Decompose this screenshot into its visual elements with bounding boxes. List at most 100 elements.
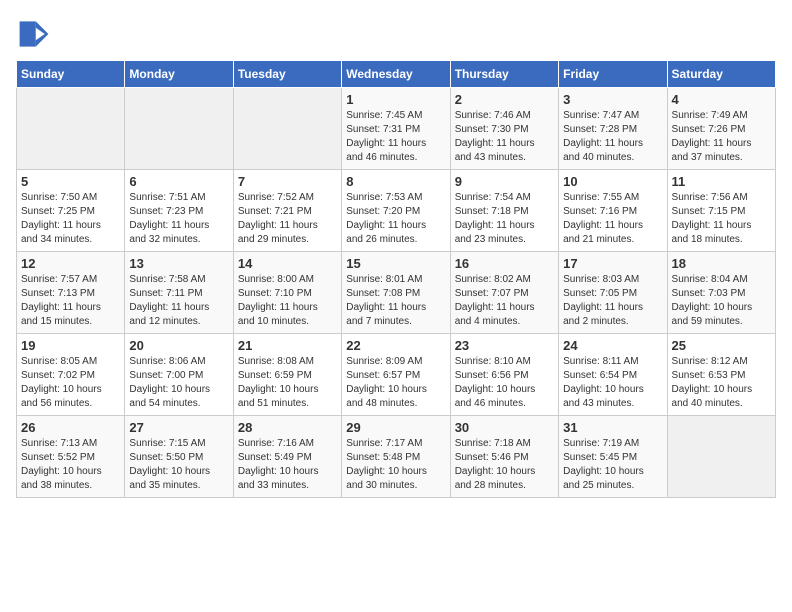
calendar-cell: 29 Sunrise: 7:17 AM Sunset: 5:48 PM Dayli… (342, 416, 450, 498)
calendar-week-row: 12Sunrise: 7:57 AM Sunset: 7:13 PM Dayli… (17, 252, 776, 334)
logo-icon (16, 16, 52, 52)
day-info: Sunrise: 7:16 AM Sunset: 5:49 PM Dayligh… (238, 437, 337, 493)
calendar-cell: 28 Sunrise: 7:16 AM Sunset: 5:49 PM Dayli… (233, 416, 341, 498)
calendar-week-row: 26Sunrise: 7:13 AM Sunset: 5:52 PM Dayli… (17, 416, 776, 498)
calendar-cell: 8 Sunrise: 7:53 AM Sunset: 7:20 PM Daylig… (342, 170, 450, 252)
calendar-cell: 7 Sunrise: 7:52 AM Sunset: 7:21 PM Daylig… (233, 170, 341, 252)
day-info: Sunrise: 7:56 AM Sunset: 7:15 PM Dayligh… (672, 191, 771, 247)
weekday-header: Saturday (667, 61, 775, 88)
calendar-cell: 3 Sunrise: 7:47 AM Sunset: 7:28 PM Daylig… (559, 88, 667, 170)
day-number: 17 (563, 256, 662, 271)
calendar-week-row: 1 Sunrise: 7:45 AM Sunset: 7:31 PM Daylig… (17, 88, 776, 170)
day-info: Sunrise: 7:18 AM Sunset: 5:46 PM Dayligh… (455, 437, 554, 493)
day-number: 26 (21, 420, 120, 435)
calendar-cell: 16Sunrise: 8:02 AM Sunset: 7:07 PM Dayli… (450, 252, 558, 334)
day-number: 9 (455, 174, 554, 189)
day-info: Sunrise: 7:53 AM Sunset: 7:20 PM Dayligh… (346, 191, 445, 247)
day-info: Sunrise: 7:17 AM Sunset: 5:48 PM Dayligh… (346, 437, 445, 493)
calendar-week-row: 5 Sunrise: 7:50 AM Sunset: 7:25 PM Daylig… (17, 170, 776, 252)
day-info: Sunrise: 7:57 AM Sunset: 7:13 PM Dayligh… (21, 273, 120, 329)
day-number: 19 (21, 338, 120, 353)
weekday-header: Monday (125, 61, 233, 88)
calendar-cell: 22Sunrise: 8:09 AM Sunset: 6:57 PM Dayli… (342, 334, 450, 416)
calendar-cell: 17 Sunrise: 8:03 AM Sunset: 7:05 PM Dayli… (559, 252, 667, 334)
calendar-cell (233, 88, 341, 170)
calendar-cell: 21 Sunrise: 8:08 AM Sunset: 6:59 PM Dayli… (233, 334, 341, 416)
day-info: Sunrise: 7:47 AM Sunset: 7:28 PM Dayligh… (563, 109, 662, 165)
weekday-header: Wednesday (342, 61, 450, 88)
day-number: 14 (238, 256, 337, 271)
weekday-header: Tuesday (233, 61, 341, 88)
calendar-cell: 27 Sunrise: 7:15 AM Sunset: 5:50 PM Dayli… (125, 416, 233, 498)
day-info: Sunrise: 7:19 AM Sunset: 5:45 PM Dayligh… (563, 437, 662, 493)
page-header (16, 16, 776, 52)
day-number: 24 (563, 338, 662, 353)
weekday-header-row: SundayMondayTuesdayWednesdayThursdayFrid… (17, 61, 776, 88)
calendar-cell: 30 Sunrise: 7:18 AM Sunset: 5:46 PM Dayli… (450, 416, 558, 498)
calendar-cell: 12Sunrise: 7:57 AM Sunset: 7:13 PM Dayli… (17, 252, 125, 334)
day-info: Sunrise: 7:45 AM Sunset: 7:31 PM Dayligh… (346, 109, 445, 165)
day-info: Sunrise: 8:09 AM Sunset: 6:57 PM Dayligh… (346, 355, 445, 411)
day-info: Sunrise: 8:00 AM Sunset: 7:10 PM Dayligh… (238, 273, 337, 329)
calendar-cell: 31 Sunrise: 7:19 AM Sunset: 5:45 PM Dayli… (559, 416, 667, 498)
calendar-cell: 1 Sunrise: 7:45 AM Sunset: 7:31 PM Daylig… (342, 88, 450, 170)
weekday-header: Friday (559, 61, 667, 88)
day-number: 13 (129, 256, 228, 271)
calendar-cell: 10 Sunrise: 7:55 AM Sunset: 7:16 PM Dayli… (559, 170, 667, 252)
day-info: Sunrise: 8:01 AM Sunset: 7:08 PM Dayligh… (346, 273, 445, 329)
day-number: 8 (346, 174, 445, 189)
calendar-cell: 2 Sunrise: 7:46 AM Sunset: 7:30 PM Daylig… (450, 88, 558, 170)
day-number: 27 (129, 420, 228, 435)
calendar-cell: 23Sunrise: 8:10 AM Sunset: 6:56 PM Dayli… (450, 334, 558, 416)
day-number: 7 (238, 174, 337, 189)
calendar-cell: 20 Sunrise: 8:06 AM Sunset: 7:00 PM Dayli… (125, 334, 233, 416)
calendar-cell: 18Sunrise: 8:04 AM Sunset: 7:03 PM Dayli… (667, 252, 775, 334)
calendar-cell: 4 Sunrise: 7:49 AM Sunset: 7:26 PM Daylig… (667, 88, 775, 170)
day-info: Sunrise: 8:08 AM Sunset: 6:59 PM Dayligh… (238, 355, 337, 411)
calendar-cell: 14 Sunrise: 8:00 AM Sunset: 7:10 PM Dayli… (233, 252, 341, 334)
day-number: 28 (238, 420, 337, 435)
calendar-week-row: 19 Sunrise: 8:05 AM Sunset: 7:02 PM Dayli… (17, 334, 776, 416)
day-info: Sunrise: 7:55 AM Sunset: 7:16 PM Dayligh… (563, 191, 662, 247)
calendar-cell: 13 Sunrise: 7:58 AM Sunset: 7:11 PM Dayli… (125, 252, 233, 334)
day-number: 15 (346, 256, 445, 271)
day-info: Sunrise: 8:02 AM Sunset: 7:07 PM Dayligh… (455, 273, 554, 329)
day-number: 25 (672, 338, 771, 353)
day-info: Sunrise: 7:51 AM Sunset: 7:23 PM Dayligh… (129, 191, 228, 247)
day-info: Sunrise: 8:03 AM Sunset: 7:05 PM Dayligh… (563, 273, 662, 329)
day-info: Sunrise: 7:15 AM Sunset: 5:50 PM Dayligh… (129, 437, 228, 493)
day-info: Sunrise: 7:52 AM Sunset: 7:21 PM Dayligh… (238, 191, 337, 247)
weekday-header: Sunday (17, 61, 125, 88)
calendar-table: SundayMondayTuesdayWednesdayThursdayFrid… (16, 60, 776, 498)
calendar-cell (125, 88, 233, 170)
day-number: 5 (21, 174, 120, 189)
day-info: Sunrise: 7:54 AM Sunset: 7:18 PM Dayligh… (455, 191, 554, 247)
calendar-cell: 5 Sunrise: 7:50 AM Sunset: 7:25 PM Daylig… (17, 170, 125, 252)
calendar-cell (17, 88, 125, 170)
day-info: Sunrise: 8:11 AM Sunset: 6:54 PM Dayligh… (563, 355, 662, 411)
calendar-cell: 25Sunrise: 8:12 AM Sunset: 6:53 PM Dayli… (667, 334, 775, 416)
weekday-header: Thursday (450, 61, 558, 88)
day-number: 21 (238, 338, 337, 353)
calendar-cell: 19 Sunrise: 8:05 AM Sunset: 7:02 PM Dayli… (17, 334, 125, 416)
day-number: 4 (672, 92, 771, 107)
day-number: 20 (129, 338, 228, 353)
day-info: Sunrise: 7:49 AM Sunset: 7:26 PM Dayligh… (672, 109, 771, 165)
day-info: Sunrise: 8:05 AM Sunset: 7:02 PM Dayligh… (21, 355, 120, 411)
day-number: 11 (672, 174, 771, 189)
day-number: 10 (563, 174, 662, 189)
logo (16, 16, 56, 52)
day-number: 23 (455, 338, 554, 353)
calendar-cell: 15 Sunrise: 8:01 AM Sunset: 7:08 PM Dayli… (342, 252, 450, 334)
day-number: 30 (455, 420, 554, 435)
day-number: 29 (346, 420, 445, 435)
day-info: Sunrise: 8:06 AM Sunset: 7:00 PM Dayligh… (129, 355, 228, 411)
day-info: Sunrise: 7:46 AM Sunset: 7:30 PM Dayligh… (455, 109, 554, 165)
calendar-cell: 26Sunrise: 7:13 AM Sunset: 5:52 PM Dayli… (17, 416, 125, 498)
day-number: 31 (563, 420, 662, 435)
day-number: 2 (455, 92, 554, 107)
day-info: Sunrise: 7:50 AM Sunset: 7:25 PM Dayligh… (21, 191, 120, 247)
day-info: Sunrise: 7:58 AM Sunset: 7:11 PM Dayligh… (129, 273, 228, 329)
day-number: 1 (346, 92, 445, 107)
day-number: 3 (563, 92, 662, 107)
